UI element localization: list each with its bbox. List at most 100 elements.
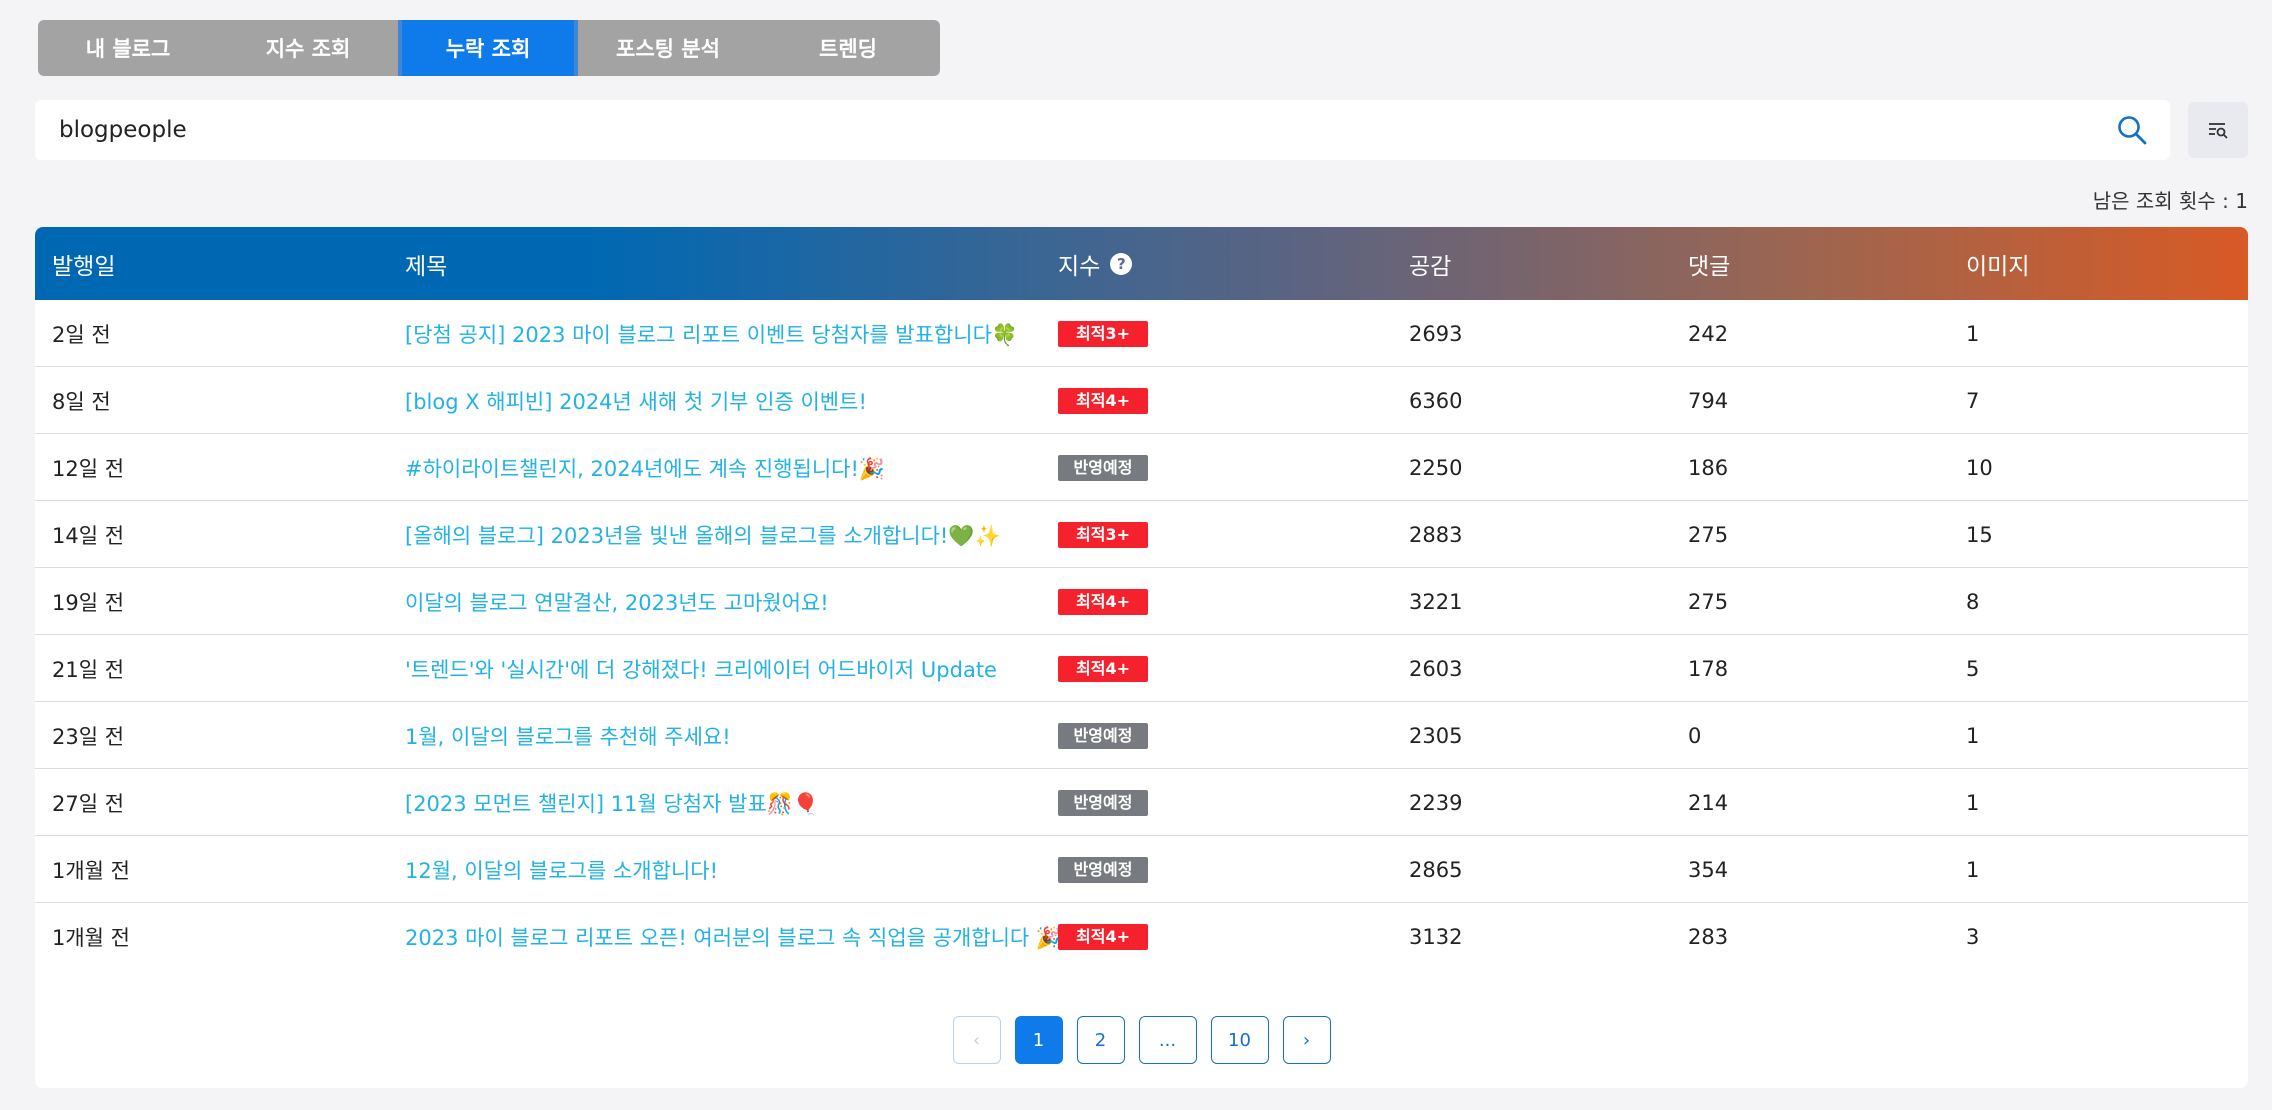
- row-index: 반영예정: [1058, 769, 1148, 836]
- row-comments: 242: [1688, 321, 1729, 346]
- row-title-link[interactable]: [2023 모먼트 챌린지] 11월 당첨자 발표🎊🎈: [405, 769, 819, 836]
- table-row: 21일 전 '트렌드'와 '실시간'에 더 강해졌다! 크리에이터 어드바이저 U…: [35, 635, 2248, 702]
- row-title[interactable]: [당첨 공지] 2023 마이 블로그 리포트 이벤트 당첨자를 발표합니다🍀: [405, 319, 1018, 349]
- index-badge: 최적3+: [1058, 521, 1148, 548]
- row-index: 최적4+: [1058, 568, 1148, 635]
- table-row: 1개월 전 12월, 이달의 블로그를 소개합니다! 반영예정 2865 354 1: [35, 836, 2248, 903]
- row-title[interactable]: #하이라이트챌린지, 2024년에도 계속 진행됩니다!🎉: [405, 453, 885, 483]
- header-comments: 댓글: [1688, 253, 1731, 280]
- row-index: 최적3+: [1058, 300, 1148, 367]
- table-body: 2일 전 [당첨 공지] 2023 마이 블로그 리포트 이벤트 당첨자를 발표합…: [35, 300, 2248, 970]
- row-title-link[interactable]: [올해의 블로그] 2023년을 빛낸 올해의 블로그를 소개합니다!💚✨: [405, 501, 1001, 568]
- row-images: 1: [1966, 790, 1980, 815]
- row-title[interactable]: '트렌드'와 '실시간'에 더 강해졌다! 크리에이터 어드바이저 Update: [405, 654, 997, 684]
- tab-index-lookup[interactable]: 지수 조회: [218, 20, 398, 76]
- table-row: 19일 전 이달의 블로그 연말결산, 2023년도 고마웠어요! 최적4+ 3221…: [35, 568, 2248, 635]
- row-title[interactable]: 12월, 이달의 블로그를 소개합니다!: [405, 855, 718, 885]
- row-title-link[interactable]: 2023 마이 블로그 리포트 오픈! 여러분의 블로그 속 직업을 공개합니다…: [405, 903, 1062, 970]
- row-comments: 214: [1688, 790, 1729, 815]
- remaining-count: 남은 조회 횟수 : 1: [2092, 189, 2248, 213]
- row-date: 1개월 전: [52, 925, 130, 950]
- row-date: 21일 전: [52, 657, 125, 682]
- row-title-link[interactable]: [blog X 해피빈] 2024년 새해 첫 기부 인증 이벤트!: [405, 367, 867, 434]
- row-date: 14일 전: [52, 523, 125, 548]
- row-title-link[interactable]: 이달의 블로그 연말결산, 2023년도 고마웠어요!: [405, 568, 829, 635]
- row-comments: 275: [1688, 522, 1729, 547]
- index-badge: 최적4+: [1058, 387, 1148, 414]
- table-row: 12일 전 #하이라이트챌린지, 2024년에도 계속 진행됩니다!🎉 반영예정 22…: [35, 434, 2248, 501]
- next-page-button[interactable]: ›: [1282, 1016, 1331, 1064]
- search-input[interactable]: [59, 105, 2059, 155]
- row-comments: 186: [1688, 455, 1729, 480]
- row-title-link[interactable]: [당첨 공지] 2023 마이 블로그 리포트 이벤트 당첨자를 발표합니다🍀: [405, 300, 1018, 367]
- table-row: 1개월 전 2023 마이 블로그 리포트 오픈! 여러분의 블로그 속 직업을 …: [35, 903, 2248, 970]
- index-badge: 반영예정: [1058, 454, 1148, 481]
- search-icon[interactable]: [2116, 114, 2148, 146]
- row-index: 반영예정: [1058, 434, 1148, 501]
- row-images: 1: [1966, 857, 1980, 882]
- row-title-link[interactable]: 1월, 이달의 블로그를 추천해 주세요!: [405, 702, 731, 769]
- table-row: 2일 전 [당첨 공지] 2023 마이 블로그 리포트 이벤트 당첨자를 발표합…: [35, 300, 2248, 367]
- row-index: 반영예정: [1058, 702, 1148, 769]
- row-likes: 3221: [1409, 589, 1463, 614]
- row-index: 최적4+: [1058, 635, 1148, 702]
- table-row: 14일 전 [올해의 블로그] 2023년을 빛낸 올해의 블로그를 소개합니다!…: [35, 501, 2248, 568]
- filter-search-icon: [2209, 123, 2228, 139]
- header-index: 지수 ?: [1058, 227, 1133, 300]
- row-title-link[interactable]: 12월, 이달의 블로그를 소개합니다!: [405, 836, 718, 903]
- row-images: 7: [1966, 388, 1980, 413]
- row-index: 최적4+: [1058, 367, 1148, 434]
- table-row: 23일 전 1월, 이달의 블로그를 추천해 주세요! 반영예정 2305 0 1: [35, 702, 2248, 769]
- page-ellipsis-button[interactable]: ...: [1138, 1016, 1197, 1064]
- row-title-link[interactable]: '트렌드'와 '실시간'에 더 강해졌다! 크리에이터 어드바이저 Update: [405, 635, 997, 702]
- tab-missing-lookup[interactable]: 누락 조회: [398, 20, 578, 76]
- tab-posting-analysis[interactable]: 포스팅 분석: [578, 20, 758, 76]
- row-images: 1: [1966, 723, 1980, 748]
- index-badge: 최적4+: [1058, 588, 1148, 615]
- row-images: 1: [1966, 321, 1980, 346]
- row-images: 10: [1966, 455, 1993, 480]
- row-date: 27일 전: [52, 791, 125, 816]
- row-likes: 2865: [1409, 857, 1463, 882]
- row-index: 반영예정: [1058, 836, 1148, 903]
- row-likes: 2883: [1409, 522, 1463, 547]
- row-title[interactable]: [올해의 블로그] 2023년을 빛낸 올해의 블로그를 소개합니다!💚✨: [405, 520, 1001, 550]
- row-title[interactable]: [2023 모먼트 챌린지] 11월 당첨자 발표🎊🎈: [405, 788, 819, 818]
- page-button-10[interactable]: 10: [1210, 1016, 1269, 1064]
- row-title[interactable]: 1월, 이달의 블로그를 추천해 주세요!: [405, 721, 731, 751]
- row-likes: 2603: [1409, 656, 1463, 681]
- row-date: 8일 전: [52, 389, 111, 414]
- row-index: 최적4+: [1058, 903, 1148, 970]
- nav-tabs: 내 블로그 지수 조회 누락 조회 포스팅 분석 트렌딩: [38, 20, 940, 76]
- row-title[interactable]: 이달의 블로그 연말결산, 2023년도 고마웠어요!: [405, 587, 829, 617]
- table-header: 발행일 제목 지수 ? 공감 댓글 이미지: [35, 227, 2248, 300]
- index-badge: 최적3+: [1058, 320, 1148, 347]
- row-comments: 178: [1688, 656, 1729, 681]
- row-images: 5: [1966, 656, 1980, 681]
- row-date: 1개월 전: [52, 858, 130, 883]
- row-comments: 794: [1688, 388, 1729, 413]
- table-row: 8일 전 [blog X 해피빈] 2024년 새해 첫 기부 인증 이벤트! 최적…: [35, 367, 2248, 434]
- results-table: 발행일 제목 지수 ? 공감 댓글 이미지 2일 전 [당첨 공지] 2023 마…: [35, 227, 2248, 1088]
- prev-page-button[interactable]: ‹: [952, 1016, 1001, 1064]
- row-images: 15: [1966, 522, 1993, 547]
- search-bar: [35, 100, 2170, 160]
- help-icon[interactable]: ?: [1110, 252, 1133, 275]
- row-likes: 6360: [1409, 388, 1463, 413]
- row-likes: 2693: [1409, 321, 1463, 346]
- row-likes: 2250: [1409, 455, 1463, 480]
- row-date: 2일 전: [52, 322, 111, 347]
- tab-my-blog[interactable]: 내 블로그: [38, 20, 218, 76]
- row-title[interactable]: 2023 마이 블로그 리포트 오픈! 여러분의 블로그 속 직업을 공개합니다…: [405, 922, 1062, 952]
- row-index: 최적3+: [1058, 501, 1148, 568]
- page-button-2[interactable]: 2: [1076, 1016, 1125, 1064]
- row-title-link[interactable]: #하이라이트챌린지, 2024년에도 계속 진행됩니다!🎉: [405, 434, 885, 501]
- tab-trending[interactable]: 트렌딩: [758, 20, 938, 76]
- filter-button[interactable]: [2188, 102, 2248, 158]
- header-index-label: 지수: [1058, 253, 1101, 280]
- row-images: 8: [1966, 589, 1980, 614]
- row-title[interactable]: [blog X 해피빈] 2024년 새해 첫 기부 인증 이벤트!: [405, 386, 867, 416]
- page-button-1[interactable]: 1: [1014, 1016, 1063, 1064]
- row-date: 23일 전: [52, 724, 125, 749]
- row-likes: 3132: [1409, 924, 1463, 949]
